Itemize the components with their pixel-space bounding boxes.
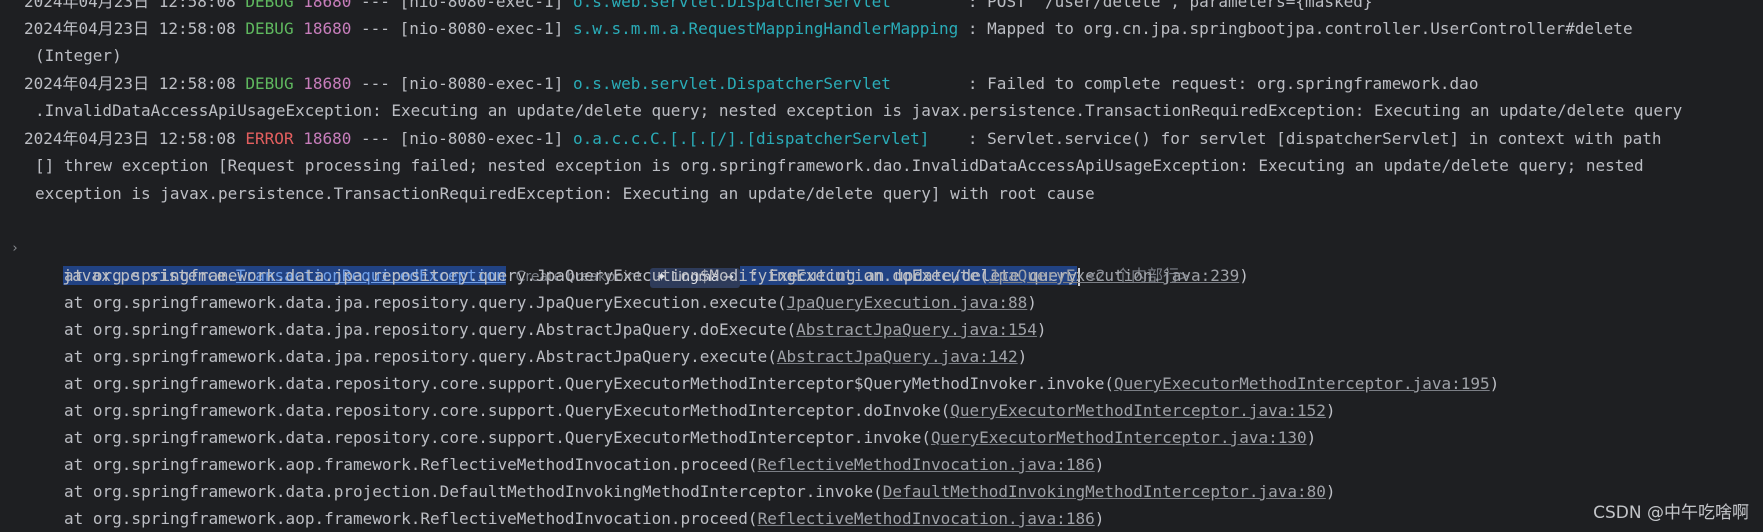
stack-frame-link[interactable]: ReflectiveMethodInvocation.java:186: [758, 509, 1095, 528]
stack-frame: at org.springframework.data.repository.c…: [0, 397, 1763, 424]
log-date: 2024年04月23日 12:58:08: [24, 129, 246, 148]
log-logger: o.a.c.c.C.[.[.[/].[dispatcherServlet]: [572, 129, 968, 148]
stack-frame: at org.springframework.aop.framework.Ref…: [0, 505, 1763, 532]
stack-frame: at org.springframework.data.jpa.reposito…: [0, 262, 1763, 289]
stack-frame-text: at org.springframework.data.repository.c…: [64, 401, 951, 420]
close-paren: ): [1239, 266, 1249, 285]
log-logger: o.s.web.servlet.DispatcherServlet: [572, 0, 968, 11]
log-message: : Failed to complete request: org.spring…: [967, 74, 1479, 93]
stack-frame-link[interactable]: QueryExecutorMethodInterceptor.java:195: [1114, 374, 1490, 393]
stack-frame-link[interactable]: JpaQueryExecution.java:239: [989, 266, 1239, 285]
log-level: DEBUG: [245, 19, 294, 38]
log-thread: --- [nio-8080-exec-1]: [361, 19, 573, 38]
csdn-watermark: CSDN @中午吃啥啊: [1593, 503, 1749, 523]
close-paren: ): [1017, 347, 1028, 366]
log-date: 2024年04月23日 12:58:08: [24, 0, 246, 11]
close-paren: ): [1094, 455, 1105, 474]
close-paren: ): [1325, 482, 1336, 501]
close-paren: ): [1094, 509, 1105, 528]
stack-frame-text: at org.springframework.data.projection.D…: [64, 482, 883, 501]
console-output[interactable]: 2024年04月23日 12:58:08 DEBUG 18680 --- [ni…: [0, 0, 1763, 531]
stack-frame-link[interactable]: QueryExecutorMethodInterceptor.java:130: [931, 428, 1307, 447]
log-line: 2024年04月23日 12:58:08 DEBUG 18680 --- [ni…: [0, 15, 1763, 42]
close-paren: ): [1036, 320, 1047, 339]
log-continuation: [] threw exception [Request processing f…: [35, 156, 1644, 175]
stack-frame-text: at org.springframework.data.jpa.reposito…: [64, 266, 989, 285]
close-paren: ): [1027, 293, 1037, 312]
exception-header: › javax.persistence.TransactionRequiredEx…: [0, 235, 1763, 288]
log-date: 2024年04月23日 12:58:08: [24, 74, 246, 93]
log-line: 2024年04月23日 12:58:08 DEBUG 18680 --- [ni…: [0, 70, 1763, 97]
log-message: : POST "/user/delete", parameters={maske…: [967, 0, 1373, 11]
log-continuation: .InvalidDataAccessApiUsageException: Exe…: [35, 101, 1683, 120]
stack-frame-link[interactable]: JpaQueryExecution.java:88: [786, 293, 1027, 312]
close-paren: ): [1306, 428, 1317, 447]
stack-frame-text: at org.springframework.data.jpa.reposito…: [64, 293, 787, 312]
stack-frame-text: at org.springframework.data.repository.c…: [64, 428, 931, 447]
stack-frame: at org.springframework.data.projection.D…: [0, 478, 1763, 505]
close-paren: ): [1325, 401, 1336, 420]
log-line: 2024年04月23日 12:58:08 DEBUG 18680 --- [ni…: [0, 0, 1763, 15]
stack-frame: at org.springframework.data.jpa.reposito…: [0, 289, 1763, 316]
log-message: : Mapped to org.cn.jpa.springbootjpa.con…: [967, 19, 1633, 38]
stack-frame-text: at org.springframework.data.repository.c…: [64, 374, 1114, 393]
log-logger: s.w.s.m.m.a.RequestMappingHandlerMapping: [572, 19, 968, 38]
stack-frame-link[interactable]: QueryExecutorMethodInterceptor.java:152: [950, 401, 1326, 420]
stack-frame-text: at org.springframework.aop.framework.Ref…: [64, 509, 758, 528]
close-paren: ): [1489, 374, 1500, 393]
log-logger: o.s.web.servlet.DispatcherServlet: [572, 74, 968, 93]
stack-frame-text: at org.springframework.aop.framework.Ref…: [64, 455, 758, 474]
stack-frame: at org.springframework.aop.framework.Ref…: [0, 451, 1763, 478]
stack-frame: at org.springframework.data.jpa.reposito…: [0, 343, 1763, 370]
log-message: : Servlet.service() for servlet [dispatc…: [967, 129, 1662, 148]
log-line: 2024年04月23日 12:58:08 ERROR 18680 --- [ni…: [0, 125, 1763, 152]
stack-frame-link[interactable]: DefaultMethodInvokingMethodInterceptor.j…: [883, 482, 1326, 501]
stack-frame: at org.springframework.data.jpa.reposito…: [0, 316, 1763, 343]
stack-frame-link[interactable]: ReflectiveMethodInvocation.java:186: [758, 455, 1095, 474]
stack-frame: at org.springframework.data.repository.c…: [0, 424, 1763, 451]
stack-frame-link[interactable]: AbstractJpaQuery.java:142: [777, 347, 1018, 366]
stack-frame: at org.springframework.data.repository.c…: [0, 370, 1763, 397]
log-pid: 18680: [303, 19, 352, 38]
log-pid: 18680: [303, 129, 352, 148]
stack-frame-text: at org.springframework.data.jpa.reposito…: [64, 320, 797, 339]
log-date: 2024年04月23日 12:58:08: [24, 19, 246, 38]
log-thread: --- [nio-8080-exec-1]: [361, 129, 573, 148]
log-continuation: exception is javax.persistence.Transacti…: [35, 184, 1095, 203]
log-pid: 18680: [303, 74, 352, 93]
chevron-right-icon[interactable]: ›: [11, 235, 19, 262]
stack-frame-text: at org.springframework.data.jpa.reposito…: [64, 347, 777, 366]
log-level: ERROR: [245, 129, 294, 148]
log-level: DEBUG: [245, 0, 294, 11]
log-pid: 18680: [303, 0, 352, 11]
stack-frame-link[interactable]: AbstractJpaQuery.java:154: [796, 320, 1037, 339]
log-level: DEBUG: [245, 74, 294, 93]
log-thread: --- [nio-8080-exec-1]: [361, 74, 573, 93]
log-continuation: (Integer): [35, 46, 122, 65]
log-thread: --- [nio-8080-exec-1]: [361, 0, 573, 11]
